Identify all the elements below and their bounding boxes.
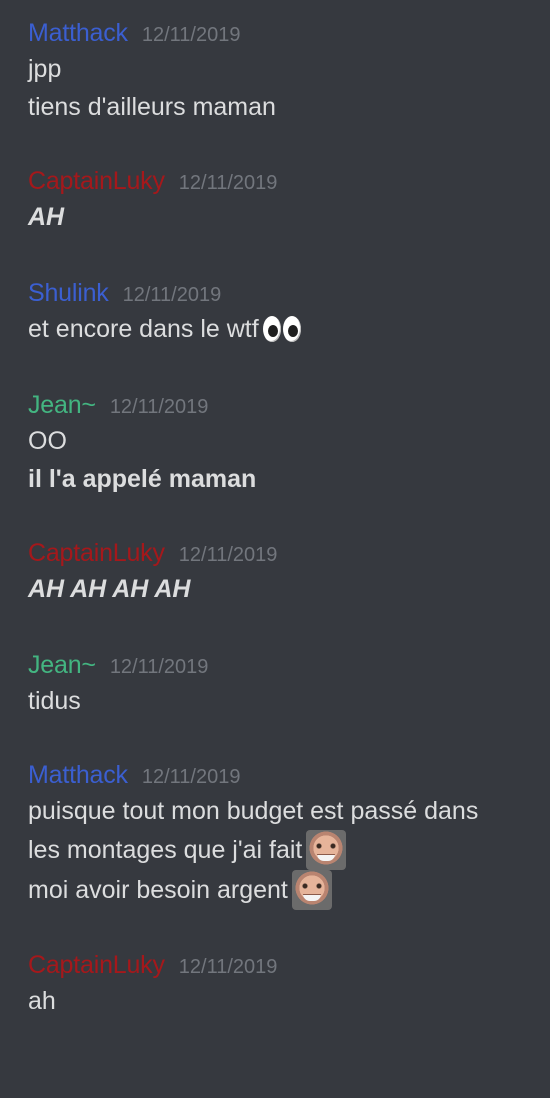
message-header: CaptainLuky 12/11/2019 xyxy=(28,164,522,198)
eye-icon xyxy=(282,316,301,342)
message-line: moi avoir besoin argent xyxy=(28,870,522,910)
message-group: Matthack 12/11/2019 puisque tout mon bud… xyxy=(28,758,522,910)
message-group: CaptainLuky 12/11/2019 AH xyxy=(28,164,522,236)
chat-log: Matthack 12/11/2019 jpp tiens d'ailleurs… xyxy=(0,0,550,1098)
eye-icon xyxy=(262,316,281,342)
message-text: puisque tout mon budget est passé dans xyxy=(28,797,479,825)
author-name[interactable]: CaptainLuky xyxy=(28,536,165,570)
message-header: Matthack 12/11/2019 xyxy=(28,758,522,792)
timestamp: 12/11/2019 xyxy=(141,766,241,788)
message-group: Matthack 12/11/2019 jpp tiens d'ailleurs… xyxy=(28,16,522,126)
message-text: AH AH AH AH xyxy=(28,575,191,603)
message-header: Shulink 12/11/2019 xyxy=(28,276,522,310)
message-text: moi avoir besoin argent xyxy=(28,876,288,904)
message-text: les montages que j'ai fait xyxy=(28,836,303,864)
eyes-emoji xyxy=(262,314,303,344)
harold-emoji xyxy=(291,870,332,910)
message-group: CaptainLuky 12/11/2019 ah xyxy=(28,948,522,1020)
message-header: CaptainLuky 12/11/2019 xyxy=(28,536,522,570)
author-name[interactable]: CaptainLuky xyxy=(28,164,165,198)
message-text: il l'a appelé maman xyxy=(28,465,257,493)
message-group: CaptainLuky 12/11/2019 AH AH AH AH xyxy=(28,536,522,608)
message-group: Shulink 12/11/2019 et encore dans le wtf xyxy=(28,276,522,348)
message-text: tidus xyxy=(28,687,81,715)
author-name[interactable]: Matthack xyxy=(28,758,128,792)
message-text: OO xyxy=(28,427,67,455)
timestamp: 12/11/2019 xyxy=(109,656,209,678)
message-group: Jean~ 12/11/2019 tidus xyxy=(28,648,522,720)
harold-emoji xyxy=(306,830,347,870)
message-group: Jean~ 12/11/2019 OO il l'a appelé maman xyxy=(28,388,522,498)
author-name[interactable]: Matthack xyxy=(28,16,128,50)
timestamp: 12/11/2019 xyxy=(178,544,278,566)
timestamp: 12/11/2019 xyxy=(178,172,278,194)
message-header: CaptainLuky 12/11/2019 xyxy=(28,948,522,982)
message-line: les montages que j'ai fait xyxy=(28,830,522,870)
message-text: tiens d'ailleurs maman xyxy=(28,93,276,121)
message-text: jpp xyxy=(28,55,62,83)
timestamp: 12/11/2019 xyxy=(109,396,209,418)
message-text: ah xyxy=(28,987,56,1015)
message-text: et encore dans le wtf xyxy=(28,315,259,343)
timestamp: 12/11/2019 xyxy=(178,956,278,978)
message-header: Jean~ 12/11/2019 xyxy=(28,648,522,682)
author-name[interactable]: CaptainLuky xyxy=(28,948,165,982)
author-name[interactable]: Jean~ xyxy=(28,648,96,682)
timestamp: 12/11/2019 xyxy=(141,24,241,46)
message-header: Jean~ 12/11/2019 xyxy=(28,388,522,422)
timestamp: 12/11/2019 xyxy=(122,284,222,306)
message-line: et encore dans le wtf xyxy=(28,310,522,348)
message-header: Matthack 12/11/2019 xyxy=(28,16,522,50)
author-name[interactable]: Jean~ xyxy=(28,388,96,422)
message-text: AH xyxy=(28,203,65,231)
author-name[interactable]: Shulink xyxy=(28,276,109,310)
